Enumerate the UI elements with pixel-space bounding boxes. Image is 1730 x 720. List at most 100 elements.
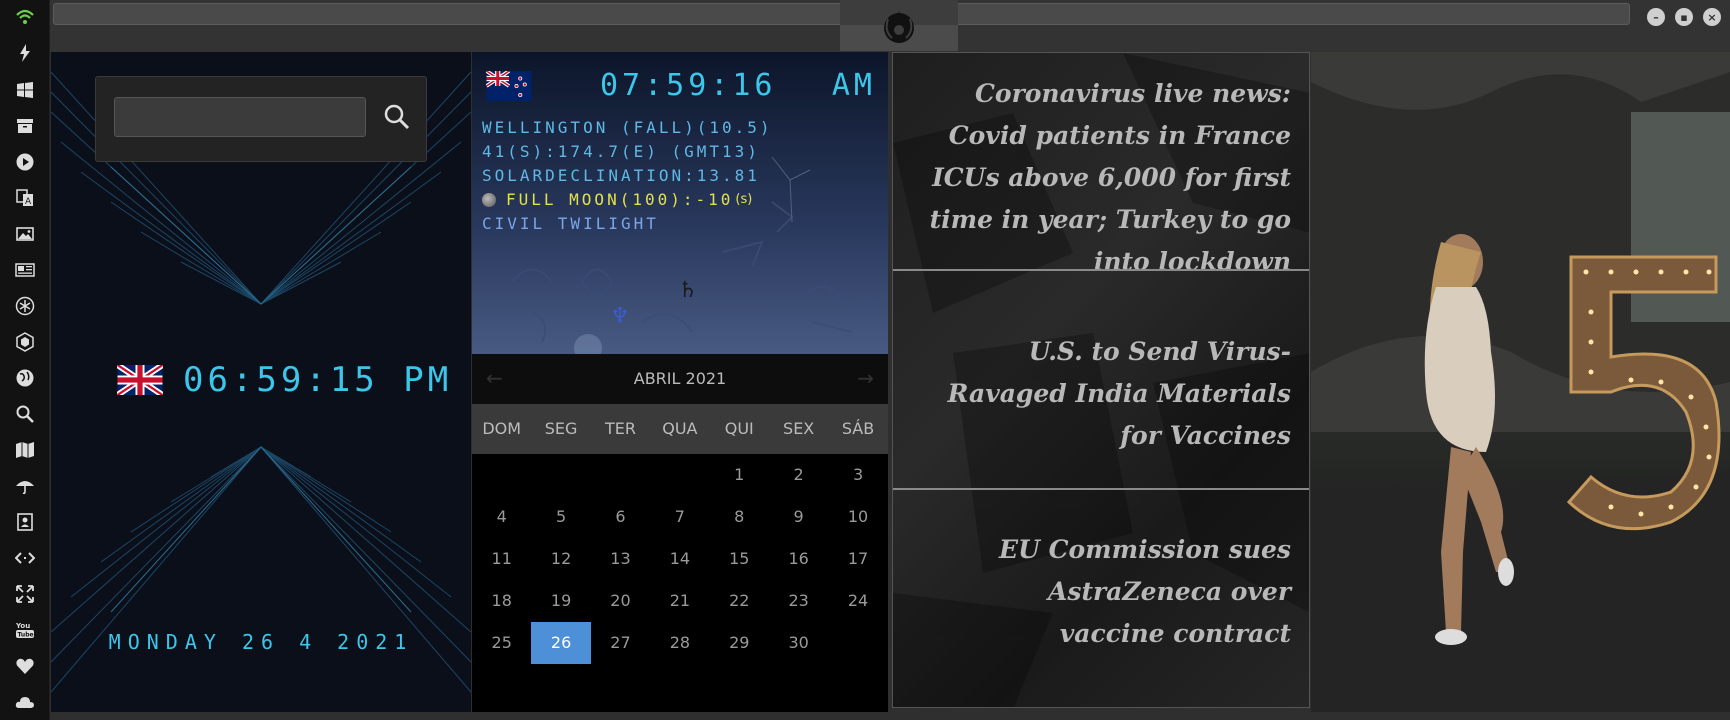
rebel-alliance-icon bbox=[884, 9, 914, 43]
calendar-day[interactable]: 13 bbox=[591, 538, 650, 580]
svg-text:A: A bbox=[25, 197, 32, 207]
calendar-week: 4 5 6 7 8 9 10 bbox=[472, 496, 888, 538]
calendar-day[interactable]: 30 bbox=[769, 622, 828, 664]
calendar-day[interactable]: 3 bbox=[828, 454, 887, 496]
minimize-button[interactable]: – bbox=[1647, 8, 1665, 26]
calendar-day[interactable]: 19 bbox=[531, 580, 590, 622]
weekday-label: SEG bbox=[544, 419, 578, 438]
nz-flag-icon bbox=[486, 71, 532, 101]
search-input[interactable] bbox=[114, 97, 366, 137]
calendar-empty-cell bbox=[472, 454, 531, 496]
calendar-header: ← ABRIL 2021 → bbox=[472, 354, 888, 404]
calendar-day[interactable]: 22 bbox=[710, 580, 769, 622]
neptune-symbol: ♆ bbox=[610, 304, 630, 329]
news-headline[interactable]: U.S. to Send Virus-Ravaged India Materia… bbox=[911, 331, 1291, 457]
calendar-day[interactable]: 4 bbox=[472, 496, 531, 538]
search-button[interactable] bbox=[379, 99, 415, 135]
news-headline[interactable]: Coronavirus live news: Covid patients in… bbox=[911, 73, 1291, 283]
calendar-day[interactable]: 8 bbox=[710, 496, 769, 538]
calendar-day[interactable]: 7 bbox=[650, 496, 709, 538]
calendar-day[interactable]: 23 bbox=[769, 580, 828, 622]
calendar-day[interactable]: 10 bbox=[828, 496, 887, 538]
svg-text:Tube: Tube bbox=[18, 632, 34, 639]
close-button[interactable]: × bbox=[1703, 8, 1721, 26]
calendar-grid: 1 2 3 4 5 6 7 8 9 10 11 12 13 14 15 16 17 18 19 20 21 22 23 24 2… bbox=[472, 454, 888, 664]
logo-tab[interactable] bbox=[840, 0, 958, 51]
calendar-day[interactable]: 9 bbox=[769, 496, 828, 538]
weekday-label: QUA bbox=[662, 419, 698, 438]
moon-phase-text: FULL MOON(100):-10 bbox=[506, 190, 734, 209]
windows-icon[interactable] bbox=[13, 78, 37, 102]
astro-calendar-panel: 07:59:16 AM WELLINGTON (FALL)(10.5) 41(S… bbox=[472, 52, 888, 712]
calendar-empty-cell bbox=[591, 454, 650, 496]
image-icon[interactable] bbox=[13, 222, 37, 246]
calendar-week: 123 bbox=[472, 454, 888, 496]
hexagon-icon[interactable] bbox=[13, 330, 37, 354]
calendar-day[interactable]: 6 bbox=[591, 496, 650, 538]
calendar-week: 11 12 13 14 15 16 17 bbox=[472, 538, 888, 580]
calendar-day[interactable]: 14 bbox=[650, 538, 709, 580]
nz-ampm: AM bbox=[831, 68, 876, 103]
twilight-status: CIVIL TWILIGHT bbox=[482, 214, 659, 233]
news-panel: Coronavirus live news: Covid patients in… bbox=[892, 52, 1310, 708]
nz-coordinates: 41(S):174.7(E) (GMT13) bbox=[482, 142, 760, 161]
globe-icon[interactable] bbox=[13, 366, 37, 390]
umbrella-icon[interactable] bbox=[13, 474, 37, 498]
search-icon[interactable] bbox=[13, 402, 37, 426]
calendar-day[interactable]: 5 bbox=[531, 496, 590, 538]
calendar-week: 25 26 27 28 29 30 bbox=[472, 622, 888, 664]
calendar-day[interactable]: 26 bbox=[531, 622, 591, 664]
calendar-day[interactable]: 29 bbox=[710, 622, 769, 664]
calendar-day[interactable]: 18 bbox=[472, 580, 531, 622]
wifi-icon[interactable] bbox=[13, 5, 37, 29]
calendar-day[interactable]: 17 bbox=[828, 538, 887, 580]
clock-panel: 06:59:15 PM MONDAY 26 4 2021 bbox=[51, 52, 471, 712]
lightning-icon[interactable] bbox=[13, 41, 37, 65]
calendar-day[interactable]: 28 bbox=[650, 622, 709, 664]
calendar-day[interactable]: 24 bbox=[828, 580, 887, 622]
code-icon[interactable] bbox=[13, 546, 37, 570]
calendar-day[interactable]: 15 bbox=[710, 538, 769, 580]
moon-icon bbox=[482, 192, 496, 207]
calendar-day[interactable]: 2 bbox=[769, 454, 828, 496]
calendar-weekdays: DOM SEG TER QUA QUI SEX SÁB bbox=[472, 404, 888, 454]
weekday-label: DOM bbox=[482, 419, 522, 438]
top-bar: – ▪ × bbox=[50, 0, 1730, 52]
map-icon[interactable] bbox=[13, 438, 37, 462]
calendar-day[interactable]: 21 bbox=[650, 580, 709, 622]
news-headline[interactable]: EU Commission sues AstraZeneca over vacc… bbox=[951, 529, 1291, 655]
play-icon[interactable] bbox=[13, 150, 37, 174]
calendar-day[interactable]: 20 bbox=[591, 580, 650, 622]
heart-icon[interactable] bbox=[13, 654, 37, 678]
fashion-photo bbox=[1311, 52, 1730, 712]
maximize-button[interactable]: ▪ bbox=[1675, 8, 1693, 26]
snowflake-icon[interactable] bbox=[13, 294, 37, 318]
photo-panel: 5 bbox=[1311, 52, 1730, 712]
news-divider bbox=[893, 269, 1309, 271]
expand-icon[interactable] bbox=[13, 582, 37, 606]
calendar-day[interactable]: 27 bbox=[591, 622, 650, 664]
search-icon bbox=[384, 104, 410, 130]
calendar-day[interactable]: 16 bbox=[769, 538, 828, 580]
astro-display: 07:59:16 AM WELLINGTON (FALL)(10.5) 41(S… bbox=[472, 52, 888, 354]
calendar-next-button[interactable]: → bbox=[857, 366, 874, 390]
weekday-label: SEX bbox=[783, 419, 815, 438]
saturn-symbol: ♄ bbox=[678, 278, 698, 303]
youtube-icon[interactable]: You Tube bbox=[13, 618, 37, 642]
weekday-label: QUI bbox=[724, 419, 754, 438]
archive-icon[interactable] bbox=[13, 114, 37, 138]
uk-clock: 06:59:15 PM bbox=[117, 360, 452, 400]
contacts-icon[interactable] bbox=[13, 510, 37, 534]
translate-icon[interactable]: A bbox=[13, 186, 37, 210]
calendar-empty-cell bbox=[650, 454, 709, 496]
sidebar: A You Tube bbox=[0, 0, 50, 720]
cloud-icon[interactable] bbox=[13, 690, 37, 714]
calendar-day[interactable]: 12 bbox=[531, 538, 590, 580]
calendar-day[interactable]: 1 bbox=[710, 454, 769, 496]
weekday-label: SÁB bbox=[841, 419, 875, 438]
calendar-day[interactable]: 11 bbox=[472, 538, 531, 580]
calendar-week: 18 19 20 21 22 23 24 bbox=[472, 580, 888, 622]
calendar-day[interactable]: 25 bbox=[472, 622, 531, 664]
news-icon[interactable] bbox=[13, 258, 37, 282]
calendar-title: ABRIL 2021 bbox=[633, 369, 727, 388]
